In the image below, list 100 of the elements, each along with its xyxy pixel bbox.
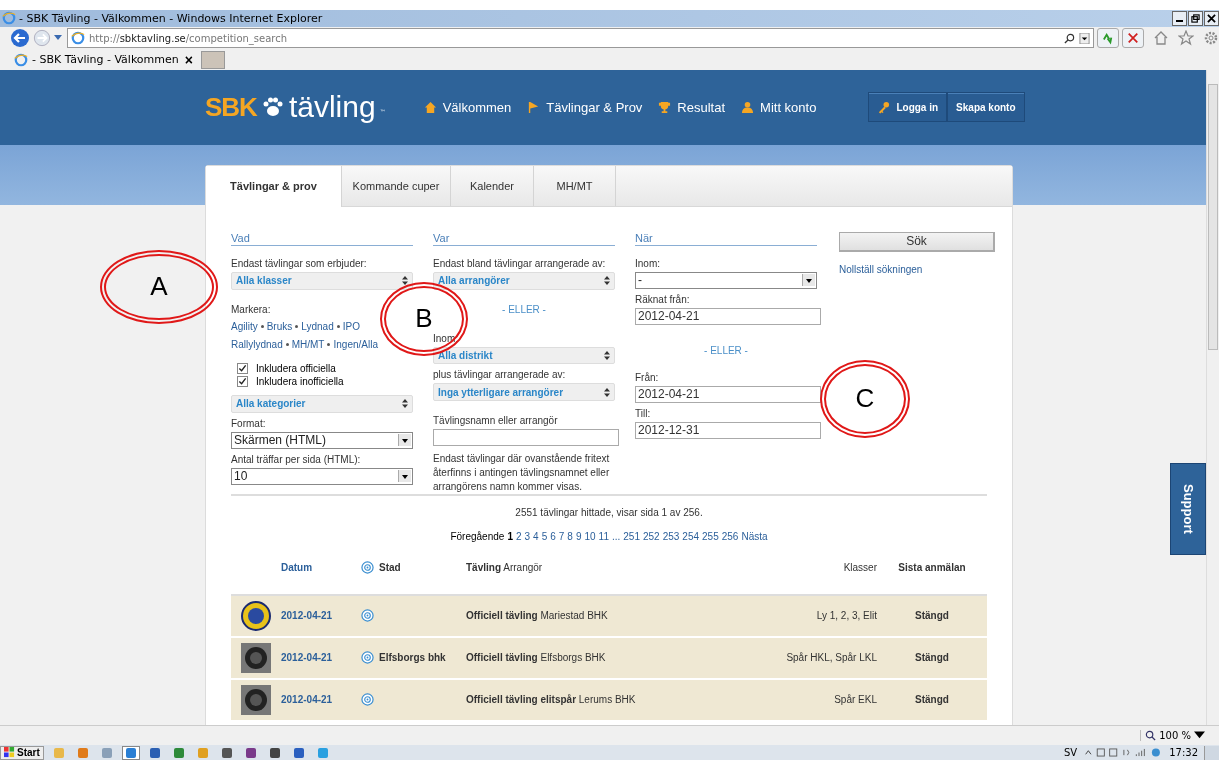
column-header: Stad [379,562,401,574]
date-link[interactable]: 2012-04-21 [281,652,361,664]
page-link[interactable]: 4 [533,530,539,542]
page-link[interactable]: 2 [515,530,522,542]
date-link[interactable]: 2012-04-21 [281,694,361,706]
nav-link[interactable]: Välkommen [423,99,512,115]
search-button[interactable]: Sök [839,231,995,252]
field-label: Endast tävlingar som erbjuder: [231,257,368,269]
checkbox[interactable] [237,375,248,387]
page-link[interactable]: ... [611,530,621,542]
or-divider-text: - ELLER - [501,303,547,315]
page-link[interactable]: 7 [558,530,565,542]
result-row[interactable]: 2012-04-21 Officiell tävling Mariestad BHK Ly 1, 2, 3, Elit Stängd [231,595,987,638]
cross-icon [1127,32,1139,45]
classes-select[interactable]: Alla klasser [231,271,413,290]
nav-link[interactable]: Resultat [658,99,726,115]
close-button[interactable] [1204,10,1219,26]
per-page-dropdown[interactable]: 10 [231,467,413,485]
page-link[interactable]: 8 [567,530,573,542]
date-field[interactable]: 2012-12-31 [635,421,821,439]
classes-cell-text: Spår HKL, Spår LKL [785,652,877,664]
app-icon [149,747,160,758]
login-button[interactable]: Logga in [868,92,948,123]
page-link[interactable]: 5 [541,530,548,542]
class-link[interactable]: Agility [231,320,258,332]
page-link[interactable]: 11 [598,530,609,542]
column-header: Sista anmälan [897,562,967,574]
back-button[interactable] [10,28,30,49]
trophy-icon [658,100,672,114]
tab-close-button[interactable]: × [182,51,195,68]
tab[interactable]: MH/MT [534,165,616,206]
format-dropdown[interactable]: Skärmen (HTML) [231,431,413,449]
class-link[interactable]: Rallylydnad [231,338,283,350]
tab[interactable]: Kommande cuper [342,165,451,206]
result-row[interactable]: 2012-04-21 Officiell tävling elitspår Lerums BHK Spår EKL Stängd [231,679,987,722]
show-desktop-button[interactable] [1204,745,1219,760]
dropdown-arrow-icon[interactable] [1079,32,1090,44]
start-button[interactable]: Start [0,745,44,760]
minimize-button[interactable] [1172,10,1187,26]
page-link[interactable]: 254 [682,530,700,542]
page-link[interactable]: 252 [643,530,660,542]
zoom-control[interactable]: 100 % [1140,730,1205,742]
next-page-link[interactable]: Nästa [741,530,768,542]
field-label: Från: [635,371,660,383]
page-link[interactable]: 9 [575,530,582,542]
result-row[interactable]: 2012-04-21 Elfsborgs bhk Officiell tävling Elfsborgs BHK Spår HKL, Spår LKL Stängd [231,637,987,680]
checkbox[interactable] [237,362,248,374]
browser-logo-icon [2,11,16,26]
address-field[interactable]: http://sbktavling.se/competition_search [67,28,1094,49]
class-link[interactable]: Ingen/Alla [333,338,378,350]
page-link[interactable]: 255 [702,530,719,542]
app-icon [269,747,280,758]
tab[interactable]: Kalender [451,165,534,206]
class-link[interactable]: MH/MT [291,338,325,350]
name-input-field[interactable] [433,429,619,446]
period-dropdown[interactable]: - [635,271,817,289]
class-link[interactable]: Lydnad [301,320,334,332]
field-label: Endast bland tävlingar arrangerade av: [433,257,607,269]
language-indicator[interactable]: SV [1063,747,1078,758]
refresh-button[interactable] [1097,28,1119,49]
app-icon [125,747,136,758]
column-header[interactable]: Datum [281,562,361,574]
target-icon [361,609,374,623]
date-link[interactable]: 2012-04-21 [281,610,361,622]
taskbar-app-button[interactable] [121,745,140,760]
app-icon [173,747,184,758]
page-link[interactable]: 3 [524,530,531,542]
city-cell: Elfsborgs bhk [379,652,446,664]
class-link[interactable]: IPO [342,320,360,332]
class-link[interactable]: Bruks [266,320,293,332]
column-header: Tävling Arrangör [466,562,544,574]
tab[interactable]: Tävlingar & prov [206,165,342,207]
app-icon [101,747,112,758]
restore-icon [1191,13,1200,23]
page-link[interactable]: 251 [623,530,640,542]
field-label: Format: [231,417,267,429]
page-link[interactable]: 10 [584,530,596,542]
nav-link[interactable]: Mitt konto [741,99,817,115]
star-icon[interactable] [1178,30,1194,47]
create-account-button[interactable]: Skapa konto [947,92,1025,123]
page-link[interactable]: 1 [507,530,513,542]
page-link[interactable]: 253 [662,530,680,542]
support-tab[interactable]: Support [1170,462,1206,555]
organizer-select[interactable]: Alla arrangörer [433,271,615,290]
browser-tab[interactable]: - SBK Tävling - Välkommen × [14,51,195,68]
club-badge-icon [241,642,271,673]
new-tab-button[interactable] [200,50,225,69]
search-icon[interactable] [1064,32,1075,44]
date-field[interactable]: 2012-04-21 [635,385,821,403]
reset-link[interactable]: Nollställ sökningen [839,263,995,275]
field-label: Antal träffar per sida (HTML): [231,453,362,465]
date-field[interactable]: 2012-04-21 [635,307,821,325]
field-label: Tävlingsnamn eller arrangör [433,415,559,427]
page-link[interactable]: 256 [721,530,739,542]
results-summary: 2551 tävlingar hittade, visar sida 1 av 256. [514,506,704,518]
stop-button[interactable] [1122,28,1144,49]
restore-button[interactable] [1188,10,1203,26]
nav-link[interactable]: Tävlingar & Prov [527,99,643,115]
minimize-icon [1176,20,1183,23]
page-link[interactable]: 6 [550,530,556,542]
